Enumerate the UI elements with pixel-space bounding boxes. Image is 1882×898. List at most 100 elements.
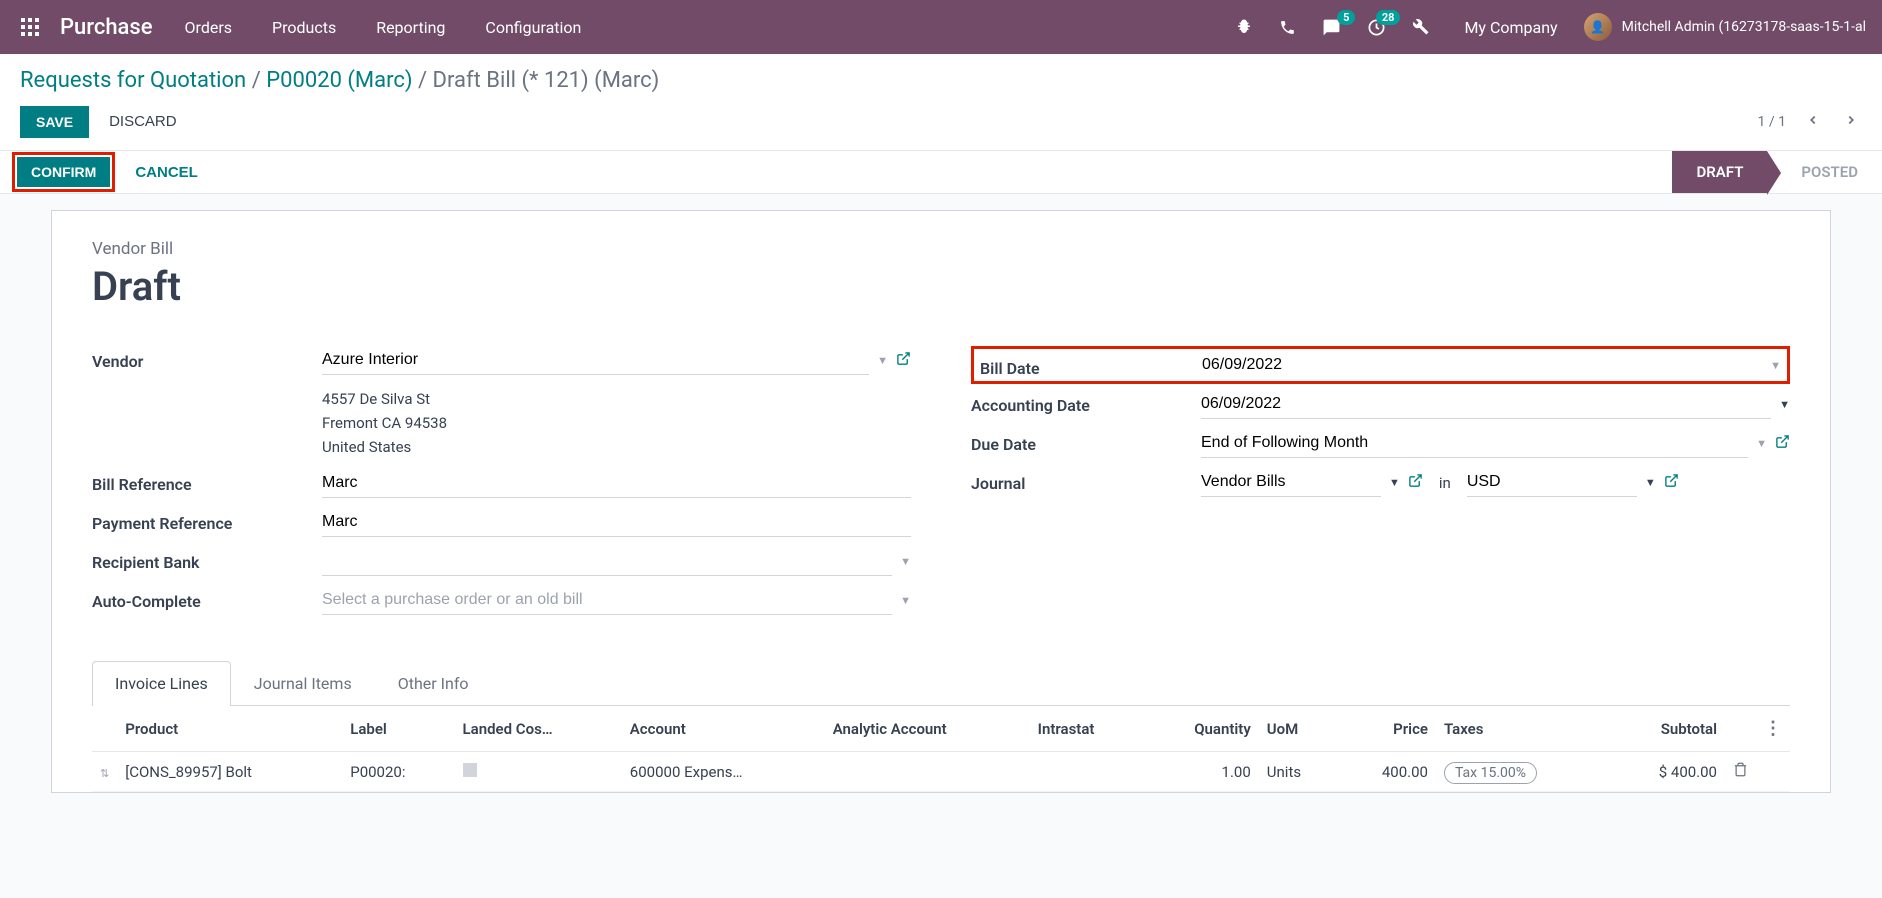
cell-intrastat[interactable] <box>1030 752 1145 792</box>
breadcrumb: Requests for Quotation / P00020 (Marc) /… <box>20 68 1862 93</box>
doc-type: Vendor Bill <box>92 239 1790 259</box>
th-product[interactable]: Product <box>117 706 342 752</box>
cell-price[interactable]: 400.00 <box>1338 752 1436 792</box>
tabs: Invoice Lines Journal Items Other Info <box>92 661 1790 706</box>
due-label: Due Date <box>971 429 1201 454</box>
confirm-button[interactable]: CONFIRM <box>17 157 110 187</box>
user-name: Mitchell Admin (16273178-saas-15-1-al <box>1622 19 1866 35</box>
currency-caret-icon[interactable]: ▼ <box>1645 476 1656 489</box>
th-uom[interactable]: UoM <box>1259 706 1338 752</box>
apps-icon[interactable] <box>16 13 44 41</box>
vendor-addr1: 4557 De Silva St <box>322 387 447 411</box>
app-brand[interactable]: Purchase <box>60 15 153 40</box>
landed-cost-checkbox[interactable] <box>463 763 477 777</box>
messages-badge: 5 <box>1337 10 1355 25</box>
vendor-caret-icon[interactable]: ▼ <box>877 354 888 367</box>
vendor-addr2: Fremont CA 94538 <box>322 411 447 435</box>
th-quantity[interactable]: Quantity <box>1144 706 1258 752</box>
invoice-lines-table: Product Label Landed Cos… Account Analyt… <box>92 706 1790 792</box>
th-analytic[interactable]: Analytic Account <box>825 706 1030 752</box>
table-row[interactable]: ⇅ [CONS_89957] Bolt P00020: 600000 Expen… <box>92 752 1790 792</box>
cancel-button[interactable]: CANCEL <box>131 156 202 189</box>
bank-caret-icon[interactable]: ▼ <box>900 555 911 568</box>
vendor-field[interactable] <box>322 346 869 375</box>
sub-header: Requests for Quotation / P00020 (Marc) /… <box>0 54 1882 150</box>
discard-button[interactable]: DISCARD <box>105 105 181 138</box>
column-options-icon[interactable]: ⋮ <box>1764 718 1782 739</box>
status-posted[interactable]: POSTED <box>1767 151 1882 193</box>
billref-field[interactable] <box>322 469 911 498</box>
cell-account[interactable]: 600000 Expens… <box>622 752 825 792</box>
company-name[interactable]: My Company <box>1464 18 1557 37</box>
bank-field[interactable] <box>322 547 892 576</box>
th-intrastat[interactable]: Intrastat <box>1030 706 1145 752</box>
form-left: Vendor ▼ 4557 De Silva St Fremont CA 945… <box>92 346 911 625</box>
drag-handle-icon[interactable]: ⇅ <box>100 767 109 780</box>
th-price[interactable]: Price <box>1338 706 1436 752</box>
auto-complete-field[interactable] <box>322 586 892 615</box>
due-field[interactable] <box>1201 429 1748 458</box>
delete-row-icon[interactable] <box>1733 763 1748 781</box>
auto-caret-icon[interactable]: ▼ <box>900 594 911 607</box>
th-taxes[interactable]: Taxes <box>1436 706 1608 752</box>
bug-icon[interactable] <box>1235 18 1253 36</box>
cell-taxes[interactable]: Tax 15.00% <box>1436 752 1608 792</box>
due-caret-icon[interactable]: ▼ <box>1756 437 1767 450</box>
menu-reporting[interactable]: Reporting <box>376 18 445 37</box>
navbar: Purchase Orders Products Reporting Confi… <box>0 0 1882 54</box>
payref-field[interactable] <box>322 508 911 537</box>
due-external-link-icon[interactable] <box>1775 434 1790 453</box>
vendor-label: Vendor <box>92 346 322 371</box>
journal-label: Journal <box>971 468 1201 493</box>
messages-icon[interactable]: 5 <box>1322 18 1341 37</box>
journal-external-link-icon[interactable] <box>1408 473 1423 492</box>
billdate-highlight: Bill Date ▼ <box>971 346 1790 384</box>
auto-label: Auto-Complete <box>92 586 322 611</box>
tab-other-info[interactable]: Other Info <box>375 661 492 705</box>
tab-invoice-lines[interactable]: Invoice Lines <box>92 661 231 706</box>
menu-orders[interactable]: Orders <box>185 18 232 37</box>
user-menu[interactable]: 👤 Mitchell Admin (16273178-saas-15-1-al <box>1584 13 1866 41</box>
cell-qty[interactable]: 1.00 <box>1144 752 1258 792</box>
breadcrumb-po[interactable]: P00020 (Marc) <box>266 68 412 93</box>
cell-landed[interactable] <box>455 752 622 792</box>
pager-next[interactable] <box>1840 109 1862 135</box>
currency-field[interactable] <box>1467 468 1637 497</box>
journal-field[interactable] <box>1201 468 1381 497</box>
accdate-label: Accounting Date <box>971 390 1201 415</box>
phone-icon[interactable] <box>1279 19 1296 36</box>
controls-row: SAVE DISCARD 1 / 1 <box>20 105 1862 150</box>
menu-products[interactable]: Products <box>272 18 336 37</box>
pager-prev[interactable] <box>1802 109 1824 135</box>
journal-caret-icon[interactable]: ▼ <box>1389 476 1400 489</box>
th-account[interactable]: Account <box>622 706 825 752</box>
tools-icon[interactable] <box>1412 18 1430 36</box>
cell-product[interactable]: [CONS_89957] Bolt <box>117 752 342 792</box>
activities-icon[interactable]: 28 <box>1367 18 1386 37</box>
th-landed[interactable]: Landed Cos… <box>455 706 622 752</box>
tax-chip[interactable]: Tax 15.00% <box>1444 762 1537 784</box>
menu-configuration[interactable]: Configuration <box>485 18 581 37</box>
billref-label: Bill Reference <box>92 469 322 494</box>
breadcrumb-current: Draft Bill (* 121) (Marc) <box>433 68 660 93</box>
billdate-caret-icon[interactable]: ▼ <box>1770 359 1781 372</box>
cell-uom[interactable]: Units <box>1259 752 1338 792</box>
th-subtotal[interactable]: Subtotal <box>1608 706 1725 752</box>
currency-external-link-icon[interactable] <box>1664 473 1679 492</box>
billdate-label: Bill Date <box>980 353 1202 378</box>
status-draft[interactable]: DRAFT <box>1672 151 1767 193</box>
save-button[interactable]: SAVE <box>20 106 89 138</box>
pager-text: 1 / 1 <box>1758 114 1786 130</box>
billdate-field[interactable] <box>1202 351 1762 379</box>
breadcrumb-rfq[interactable]: Requests for Quotation <box>20 68 246 93</box>
tab-journal-items[interactable]: Journal Items <box>231 661 375 705</box>
th-label[interactable]: Label <box>342 706 454 752</box>
accdate-caret-icon[interactable]: ▼ <box>1779 398 1790 411</box>
cell-label[interactable]: P00020: <box>342 752 454 792</box>
vendor-addr3: United States <box>322 435 447 459</box>
cell-analytic[interactable] <box>825 752 1030 792</box>
main-menu: Orders Products Reporting Configuration <box>185 18 582 37</box>
accdate-field[interactable] <box>1201 390 1771 419</box>
form-right: Bill Date ▼ Accounting Date ▼ Due Date ▼ <box>971 346 1790 625</box>
vendor-external-link-icon[interactable] <box>896 351 911 370</box>
